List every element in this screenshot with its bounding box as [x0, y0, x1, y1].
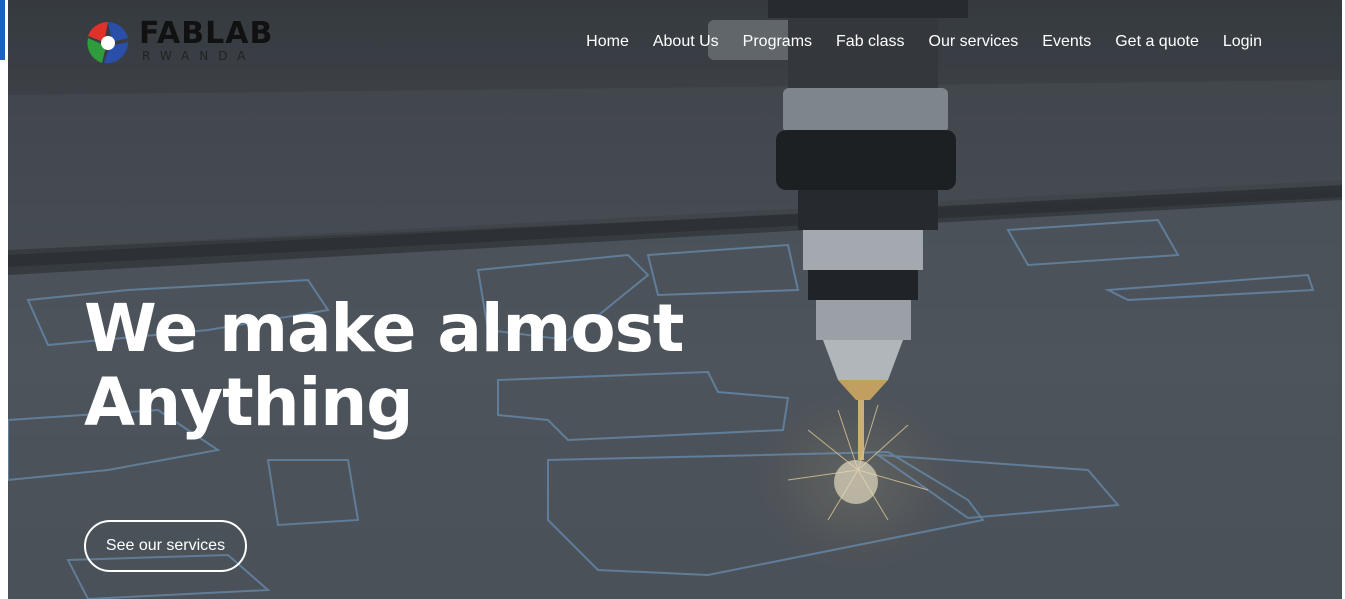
nav-programs[interactable]: Programs	[743, 31, 812, 53]
nav-home[interactable]: Home	[586, 31, 629, 53]
fablab-logo-icon	[87, 21, 129, 64]
nav-events[interactable]: Events	[1042, 31, 1091, 53]
hero-headline-line1: We make almost	[84, 290, 684, 367]
left-accent-bar	[0, 0, 5, 60]
hero-headline-line2: Anything	[84, 364, 413, 441]
nav-our-services[interactable]: Our services	[929, 31, 1019, 53]
logo-tagline: RWANDA	[142, 49, 256, 63]
logo-name: FABLAB	[139, 16, 274, 51]
hero-headline: We make almost Anything	[84, 290, 684, 441]
see-our-services-button[interactable]: See our services	[84, 520, 247, 572]
nav-fab-class[interactable]: Fab class	[836, 31, 904, 53]
nav-get-a-quote[interactable]: Get a quote	[1115, 31, 1199, 53]
nav-login[interactable]: Login	[1223, 31, 1262, 53]
nav-about-us[interactable]: About Us	[653, 31, 719, 53]
logo[interactable]: FABLAB RWANDA	[82, 16, 292, 68]
main-navigation: Home About Us Programs Fab class Our ser…	[562, 31, 1262, 53]
